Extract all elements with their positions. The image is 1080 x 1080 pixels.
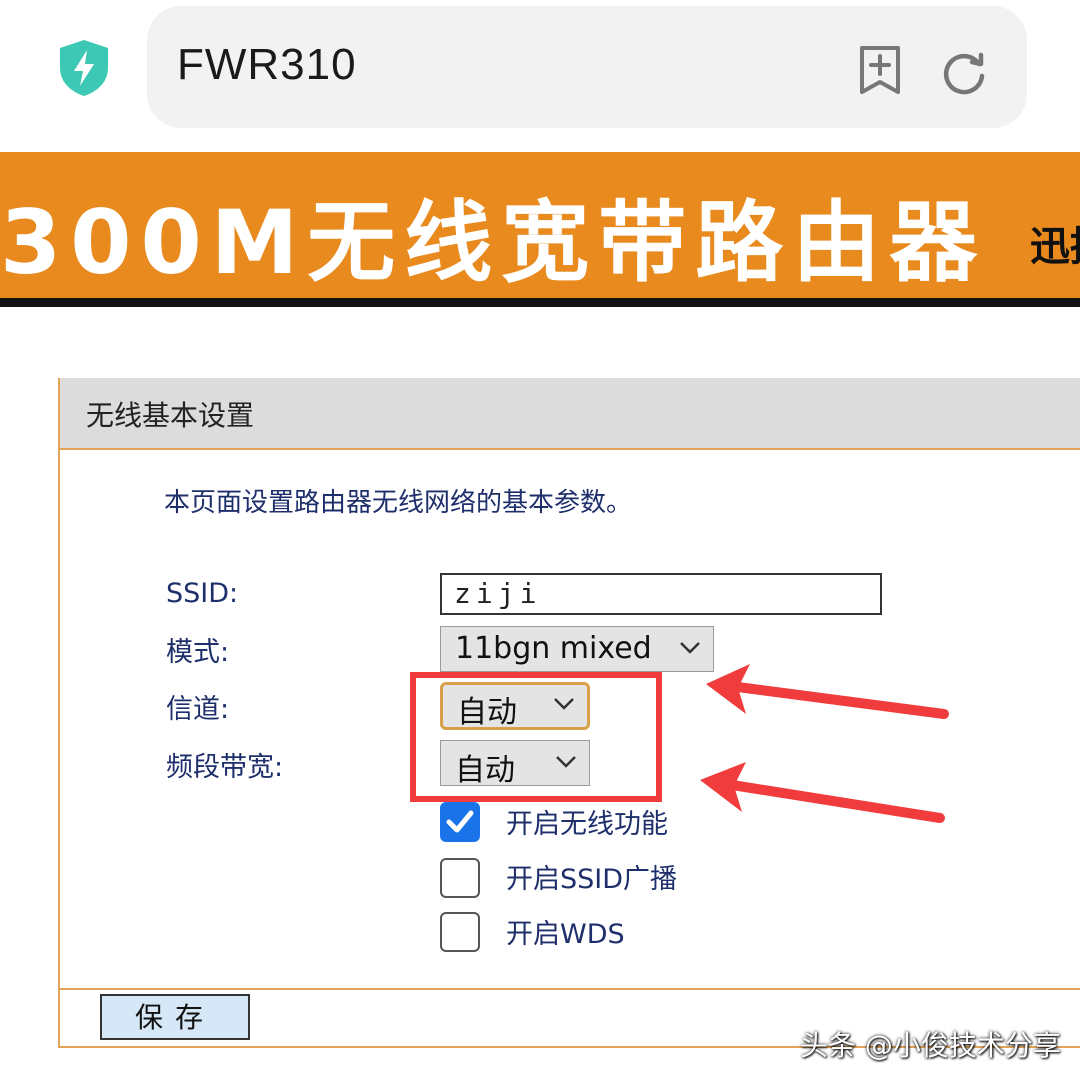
- router-banner: 300M无线宽带路由器 迅捷: [0, 152, 1080, 307]
- mode-select[interactable]: 11bgn mixed: [440, 626, 714, 672]
- mode-select-value: 11bgn mixed: [455, 631, 652, 666]
- banner-brand-text: 迅捷: [1030, 224, 1080, 270]
- enable-ssid-broadcast-label: 开启SSID广播: [506, 864, 678, 895]
- chevron-down-icon: [680, 642, 700, 654]
- banner-title: 300M无线宽带路由器: [0, 191, 987, 294]
- annotation-arrows: [700, 664, 949, 823]
- checkmark-icon: [446, 810, 474, 833]
- enable-ssid-broadcast-checkbox[interactable]: [440, 858, 480, 898]
- enable-wds-label: 开启WDS: [506, 919, 625, 950]
- mode-label: 模式:: [166, 637, 230, 668]
- ssid-label: SSID:: [166, 578, 239, 609]
- watermark-text: 头条 @小俊技术分享: [800, 1029, 1061, 1062]
- url-text[interactable]: FWR310: [177, 40, 357, 90]
- highlight-box: [410, 672, 662, 802]
- address-bar[interactable]: FWR310: [147, 6, 1027, 128]
- reload-icon[interactable]: [939, 46, 989, 96]
- panel-footer-divider: [60, 988, 1080, 990]
- panel-header: 无线基本设置: [60, 378, 1080, 450]
- enable-wds-checkbox[interactable]: [440, 912, 480, 952]
- bandwidth-label: 频段带宽:: [166, 752, 284, 783]
- arrow-to-bandwidth-icon: [700, 762, 945, 823]
- enable-wireless-checkbox[interactable]: [440, 802, 480, 842]
- panel-title: 无线基本设置: [86, 399, 255, 432]
- enable-wireless-label: 开启无线功能: [506, 809, 668, 840]
- save-button[interactable]: 保存: [100, 994, 250, 1040]
- channel-label: 信道:: [166, 694, 230, 725]
- ssid-input[interactable]: ziji: [440, 573, 882, 615]
- panel-description: 本页面设置路由器无线网络的基本参数。: [164, 488, 633, 518]
- shield-bolt-icon[interactable]: [56, 38, 112, 98]
- bookmark-add-icon[interactable]: [857, 44, 903, 96]
- arrow-to-channel-icon: [706, 664, 949, 719]
